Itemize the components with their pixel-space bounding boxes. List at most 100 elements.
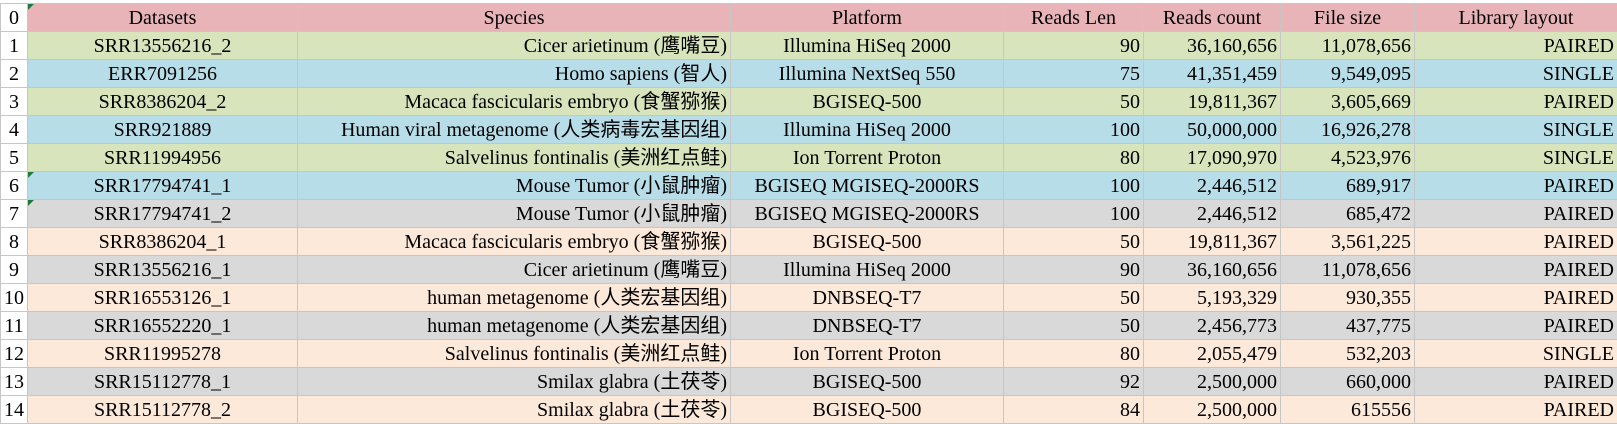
cell-species[interactable]: Macaca fascicularis embryo (食蟹猕猴) [297,227,731,256]
cell-datasets[interactable]: SRR11995278 [27,339,298,368]
cell-platform[interactable]: BGISEQ MGISEQ-2000RS [730,199,1004,228]
cell-species[interactable]: Smilax glabra (土茯苓) [297,395,731,424]
cell-reads-count[interactable]: 50,000,000 [1143,115,1281,144]
cell-reads-count[interactable]: 2,456,773 [1143,311,1281,340]
cell-reads-count[interactable]: 2,500,000 [1143,395,1281,424]
row-index-cell[interactable]: 5 [0,143,28,172]
cell-file-size[interactable]: 4,523,976 [1280,143,1415,172]
cell-species[interactable]: human metagenome (人类宏基因组) [297,283,731,312]
row-index-cell[interactable]: 8 [0,227,28,256]
cell-library-layout[interactable]: PAIRED [1414,283,1617,312]
row-index-cell[interactable]: 3 [0,87,28,116]
cell-reads-len[interactable]: 50 [1003,227,1144,256]
cell-reads-len[interactable]: 90 [1003,255,1144,284]
row-index-cell[interactable]: 14 [0,395,28,424]
cell-species[interactable]: Human viral metagenome (人类病毒宏基因组) [297,115,731,144]
cell-species[interactable]: Homo sapiens (智人) [297,59,731,88]
cell-file-size[interactable]: 11,078,656 [1280,31,1415,60]
cell-library-layout[interactable]: PAIRED [1414,395,1617,424]
cell-library-layout[interactable]: PAIRED [1414,31,1617,60]
row-index-cell[interactable]: 10 [0,283,28,312]
cell-platform[interactable]: Ion Torrent Proton [730,143,1004,172]
row-index-cell[interactable]: 1 [0,31,28,60]
row-index-cell[interactable]: 13 [0,367,28,396]
column-header-platform[interactable]: Platform [730,3,1004,32]
cell-library-layout[interactable]: PAIRED [1414,255,1617,284]
row-index-cell[interactable]: 0 [0,3,28,32]
cell-reads-len[interactable]: 80 [1003,143,1144,172]
cell-file-size[interactable]: 9,549,095 [1280,59,1415,88]
cell-platform[interactable]: BGISEQ MGISEQ-2000RS [730,171,1004,200]
cell-reads-len[interactable]: 90 [1003,31,1144,60]
cell-datasets[interactable]: SRR16552220_1 [27,311,298,340]
cell-datasets[interactable]: SRR8386204_2 [27,87,298,116]
cell-reads-len[interactable]: 50 [1003,87,1144,116]
cell-library-layout[interactable]: PAIRED [1414,87,1617,116]
cell-platform[interactable]: Illumina NextSeq 550 [730,59,1004,88]
cell-reads-count[interactable]: 2,500,000 [1143,367,1281,396]
row-index-cell[interactable]: 11 [0,311,28,340]
cell-reads-len[interactable]: 100 [1003,199,1144,228]
cell-reads-len[interactable]: 84 [1003,395,1144,424]
cell-file-size[interactable]: 689,917 [1280,171,1415,200]
cell-library-layout[interactable]: SINGLE [1414,115,1617,144]
cell-species[interactable]: Mouse Tumor (小鼠肿瘤) [297,199,731,228]
column-header-library-layout[interactable]: Library layout [1414,3,1617,32]
cell-platform[interactable]: DNBSEQ-T7 [730,311,1004,340]
cell-library-layout[interactable]: PAIRED [1414,227,1617,256]
cell-file-size[interactable]: 11,078,656 [1280,255,1415,284]
cell-datasets[interactable]: SRR13556216_1 [27,255,298,284]
cell-species[interactable]: Smilax glabra (土茯苓) [297,367,731,396]
cell-reads-count[interactable]: 36,160,656 [1143,31,1281,60]
cell-species[interactable]: Salvelinus fontinalis (美洲红点鲑) [297,339,731,368]
cell-library-layout[interactable]: SINGLE [1414,339,1617,368]
row-index-cell[interactable]: 12 [0,339,28,368]
cell-datasets[interactable]: SRR921889 [27,115,298,144]
cell-reads-count[interactable]: 17,090,970 [1143,143,1281,172]
cell-platform[interactable]: Illumina HiSeq 2000 [730,31,1004,60]
cell-platform[interactable]: BGISEQ-500 [730,395,1004,424]
cell-file-size[interactable]: 615556 [1280,395,1415,424]
cell-species[interactable]: Cicer arietinum (鹰嘴豆) [297,255,731,284]
cell-reads-count[interactable]: 19,811,367 [1143,227,1281,256]
cell-datasets[interactable]: SRR13556216_2 [27,31,298,60]
cell-reads-count[interactable]: 2,446,512 [1143,171,1281,200]
cell-reads-count[interactable]: 19,811,367 [1143,87,1281,116]
cell-species[interactable]: Salvelinus fontinalis (美洲红点鲑) [297,143,731,172]
cell-datasets[interactable]: SRR11994956 [27,143,298,172]
cell-reads-count[interactable]: 41,351,459 [1143,59,1281,88]
cell-platform[interactable]: DNBSEQ-T7 [730,283,1004,312]
cell-reads-count[interactable]: 36,160,656 [1143,255,1281,284]
cell-file-size[interactable]: 3,561,225 [1280,227,1415,256]
cell-file-size[interactable]: 930,355 [1280,283,1415,312]
cell-datasets[interactable]: SRR16553126_1 [27,283,298,312]
cell-platform[interactable]: BGISEQ-500 [730,87,1004,116]
cell-platform[interactable]: BGISEQ-500 [730,367,1004,396]
row-index-cell[interactable]: 9 [0,255,28,284]
column-header-datasets[interactable]: Datasets [27,3,298,32]
cell-datasets[interactable]: SRR17794741_1 [27,171,298,200]
cell-reads-len[interactable]: 100 [1003,171,1144,200]
row-index-cell[interactable]: 4 [0,115,28,144]
cell-species[interactable]: Macaca fascicularis embryo (食蟹猕猴) [297,87,731,116]
cell-reads-len[interactable]: 50 [1003,283,1144,312]
cell-platform[interactable]: Illumina HiSeq 2000 [730,255,1004,284]
cell-file-size[interactable]: 16,926,278 [1280,115,1415,144]
cell-reads-len[interactable]: 100 [1003,115,1144,144]
column-header-species[interactable]: Species [297,3,731,32]
cell-reads-len[interactable]: 92 [1003,367,1144,396]
cell-file-size[interactable]: 532,203 [1280,339,1415,368]
cell-platform[interactable]: Illumina HiSeq 2000 [730,115,1004,144]
cell-species[interactable]: Cicer arietinum (鹰嘴豆) [297,31,731,60]
cell-datasets[interactable]: SRR8386204_1 [27,227,298,256]
row-index-cell[interactable]: 7 [0,199,28,228]
cell-library-layout[interactable]: PAIRED [1414,311,1617,340]
column-header-reads-count[interactable]: Reads count [1143,3,1281,32]
cell-reads-count[interactable]: 2,055,479 [1143,339,1281,368]
row-index-cell[interactable]: 2 [0,59,28,88]
cell-species[interactable]: Mouse Tumor (小鼠肿瘤) [297,171,731,200]
cell-file-size[interactable]: 437,775 [1280,311,1415,340]
cell-library-layout[interactable]: PAIRED [1414,199,1617,228]
cell-library-layout[interactable]: PAIRED [1414,171,1617,200]
cell-reads-count[interactable]: 5,193,329 [1143,283,1281,312]
